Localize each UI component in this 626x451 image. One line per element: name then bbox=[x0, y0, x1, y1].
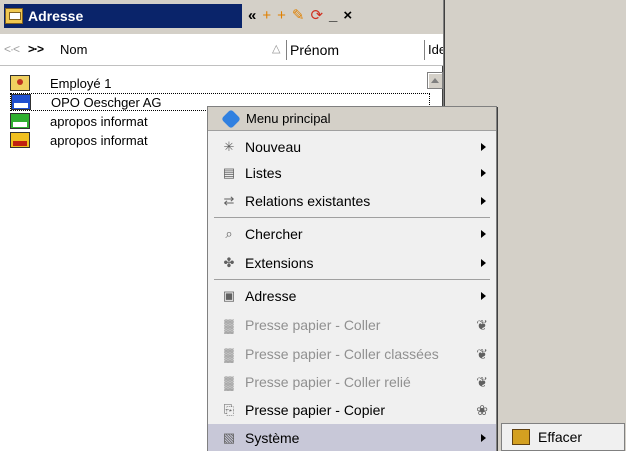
menu-item-paste[interactable]: ▓ Presse papier - Coller ❦ bbox=[208, 311, 496, 339]
refresh-icon[interactable]: ⟳ bbox=[310, 5, 323, 27]
menu-item-paste-linked[interactable]: ▓ Presse papier - Coller relié ❦ bbox=[208, 368, 496, 396]
menu-item-listes[interactable]: ▤ Listes bbox=[208, 159, 496, 187]
submenu-arrow-icon bbox=[481, 169, 486, 177]
menu-item-chercher[interactable]: ⌕ Chercher bbox=[208, 220, 496, 248]
employee-icon bbox=[10, 75, 30, 91]
submenu-arrow-icon bbox=[481, 434, 486, 442]
menu-item-label: Presse papier - Coller bbox=[245, 317, 381, 333]
nav-forward-button[interactable]: >·> bbox=[28, 42, 44, 56]
column-header-bar: <·< >·> Nom △ Prénom Ide bbox=[0, 34, 446, 66]
menu-item-adresse[interactable]: ▣ Adresse bbox=[208, 282, 496, 310]
menu-item-relations[interactable]: ⇄ Relations existantes bbox=[208, 187, 496, 215]
menu-item-nouveau[interactable]: ✳ Nouveau bbox=[208, 133, 496, 161]
context-menu: Menu principal ✳ Nouveau ▤ Listes ⇄ Rela… bbox=[207, 106, 497, 451]
submenu-arrow-icon bbox=[481, 143, 486, 151]
menu-item-label: Système bbox=[245, 430, 300, 446]
address-book-icon bbox=[5, 8, 23, 24]
paste-icon: ▓ bbox=[224, 317, 234, 333]
new-list-icon[interactable]: + bbox=[277, 5, 286, 27]
paste-linked-icon: ▓ bbox=[224, 374, 234, 390]
minimize-button[interactable]: _ bbox=[329, 5, 337, 27]
company-icon bbox=[11, 94, 31, 110]
new-icon: ✳ bbox=[223, 139, 235, 154]
shortcut-icon: ❦ bbox=[476, 373, 488, 390]
submenu-arrow-icon bbox=[481, 230, 486, 238]
title-bar: Adresse « + + ✎ ⟳ _ × bbox=[0, 0, 443, 34]
menu-item-label: Relations existantes bbox=[245, 193, 371, 209]
shortcut-icon: ❀ bbox=[476, 401, 488, 418]
title-toolbar: « + + ✎ ⟳ _ × bbox=[248, 4, 352, 28]
menu-item-copy[interactable]: ⎘ Presse papier - Copier ❀ bbox=[208, 396, 496, 424]
submenu-arrow-icon bbox=[481, 292, 486, 300]
column-header-prenom[interactable]: Prénom bbox=[290, 42, 339, 58]
menu-item-label: Extensions bbox=[245, 255, 314, 271]
menu-item-label: Adresse bbox=[245, 288, 297, 304]
column-divider[interactable] bbox=[286, 40, 287, 60]
menu-item-paste-sorted[interactable]: ▓ Presse papier - Coller classées ❦ bbox=[208, 340, 496, 368]
menu-item-systeme[interactable]: ▧ Système bbox=[208, 424, 496, 451]
relations-icon: ⇄ bbox=[223, 193, 235, 208]
collapse-button[interactable]: « bbox=[248, 5, 256, 27]
submenu-arrow-icon bbox=[481, 197, 486, 205]
paste-sorted-icon: ▓ bbox=[224, 346, 234, 362]
list-item[interactable]: Employé 1 bbox=[10, 74, 430, 92]
copy-icon: ⎘ bbox=[223, 402, 235, 417]
menu-item-label: Presse papier - Copier bbox=[245, 402, 386, 418]
shortcut-icon: ❦ bbox=[476, 316, 488, 333]
window-title: Adresse bbox=[28, 8, 84, 24]
search-icon: ⌕ bbox=[225, 226, 233, 241]
delete-icon bbox=[512, 429, 530, 445]
menu-separator bbox=[214, 217, 490, 218]
submenu-arrow-icon bbox=[481, 259, 486, 267]
menu-item-label: Presse papier - Coller classées bbox=[245, 346, 439, 362]
menu-separator bbox=[214, 279, 490, 280]
list-item-label: apropos informat bbox=[50, 113, 148, 129]
menu-header-title: Menu principal bbox=[246, 111, 331, 126]
menu-item-label: Chercher bbox=[245, 226, 303, 242]
sort-indicator-icon: △ bbox=[272, 43, 281, 55]
submenu-item-effacer[interactable]: Effacer bbox=[538, 429, 582, 445]
close-button[interactable]: × bbox=[343, 5, 352, 27]
nav-back-button[interactable]: <·< bbox=[4, 42, 20, 56]
menu-item-label: Listes bbox=[245, 165, 282, 181]
list-item-label: Employé 1 bbox=[50, 75, 112, 91]
list-icon: ▤ bbox=[222, 165, 236, 180]
menu-header: Menu principal bbox=[208, 107, 496, 131]
main-menu-icon bbox=[221, 108, 241, 129]
column-divider[interactable] bbox=[424, 40, 425, 60]
scroll-up-button[interactable] bbox=[427, 72, 443, 89]
search-icon[interactable]: ✎ bbox=[292, 5, 305, 27]
title-bar-active[interactable]: Adresse bbox=[4, 4, 242, 28]
system-submenu: Effacer bbox=[501, 423, 625, 451]
company-yellow-icon bbox=[10, 132, 30, 148]
address-icon: ▣ bbox=[222, 288, 236, 303]
menu-item-extensions[interactable]: ✤ Extensions bbox=[208, 249, 496, 277]
system-icon: ▧ bbox=[222, 430, 236, 445]
list-item-label: apropos informat bbox=[50, 132, 148, 148]
extensions-icon: ✤ bbox=[223, 255, 235, 270]
company-green-icon bbox=[10, 113, 30, 129]
menu-item-label: Presse papier - Coller relié bbox=[245, 374, 411, 390]
list-item-label: OPO Oeschger AG bbox=[51, 94, 162, 110]
menu-item-label: Nouveau bbox=[245, 139, 302, 155]
shortcut-icon: ❦ bbox=[476, 345, 488, 362]
new-entry-icon[interactable]: + bbox=[262, 5, 271, 27]
column-header-nom[interactable]: Nom bbox=[60, 42, 87, 57]
